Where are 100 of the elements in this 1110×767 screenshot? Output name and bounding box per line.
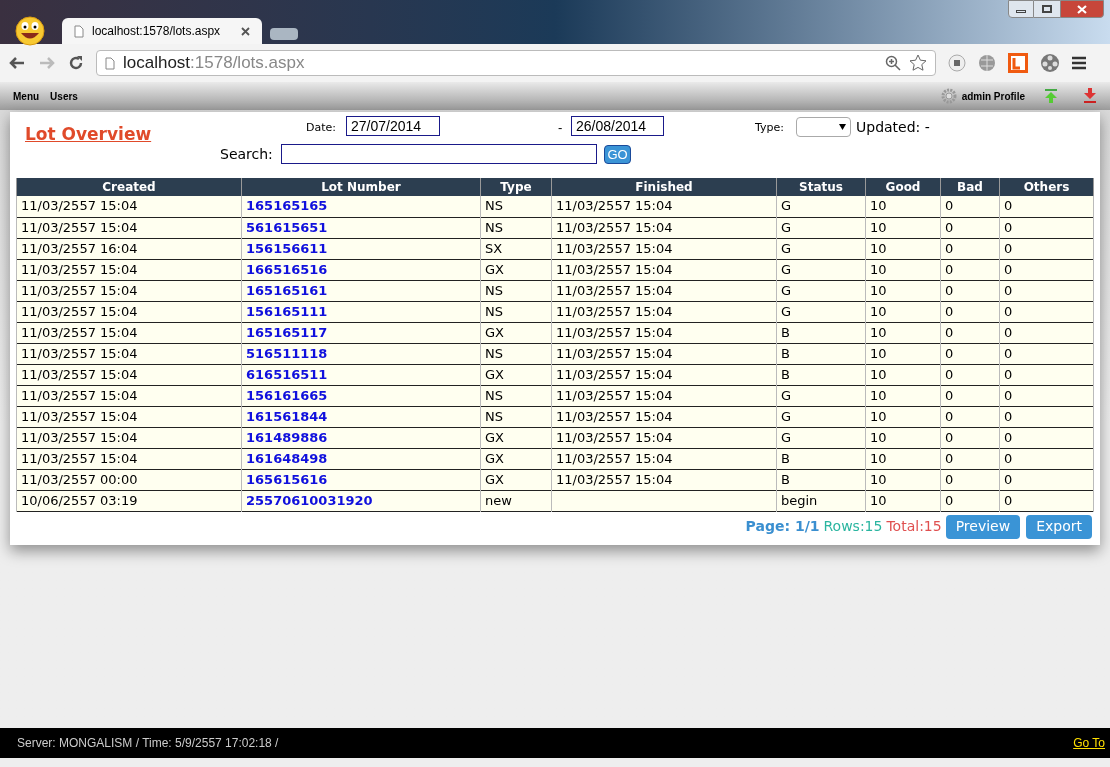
- close-icon[interactable]: [241, 26, 250, 36]
- table-cell: 0: [1004, 387, 1013, 403]
- table-cell: 0: [945, 387, 954, 403]
- table-cell: 0: [1004, 219, 1013, 235]
- table-cell: 10: [870, 240, 887, 256]
- table-cell: 10: [870, 492, 887, 508]
- menu-link[interactable]: Users: [50, 88, 78, 104]
- table-cell: 0: [945, 324, 954, 340]
- maximize-button[interactable]: [1034, 0, 1060, 18]
- table-cell: 0: [945, 261, 954, 277]
- table-cell: 0: [945, 492, 954, 508]
- caret-icon: [839, 124, 846, 130]
- table-cell: 0: [1004, 429, 1013, 445]
- table-cell: 0: [1004, 450, 1013, 466]
- lot-number-link[interactable]: 165615616: [246, 471, 328, 487]
- table-cell: 10: [870, 303, 887, 319]
- lot-number-link[interactable]: 161489886: [246, 429, 328, 445]
- table-cell: begin: [781, 492, 818, 508]
- table-cell: 0: [945, 450, 954, 466]
- table-cell: 11/03/2557 15:04: [21, 219, 138, 235]
- lot-number-link[interactable]: 165165161: [246, 282, 328, 298]
- table-cell: NS: [485, 282, 503, 298]
- table-cell: 11/03/2557 15:04: [556, 303, 673, 319]
- footer-status-text: Server: MONGALISM / Time: 5/9/2557 17:02:18 /: [17, 735, 280, 752]
- stop-icon[interactable]: [948, 54, 966, 72]
- page-title[interactable]: Lot Overview: [25, 122, 152, 148]
- table-cell: NS: [485, 198, 503, 214]
- table-cell: 10: [870, 282, 887, 298]
- table-cell: GX: [485, 366, 504, 382]
- table-cell: 11/03/2557 15:04: [556, 345, 673, 361]
- table-cell: 10: [870, 261, 887, 277]
- new-tab-button[interactable]: [270, 28, 298, 40]
- table-cell: 0: [945, 429, 954, 445]
- table-cell: new: [485, 492, 512, 508]
- table-cell: 10: [870, 471, 887, 487]
- go-to-link[interactable]: Go To: [1073, 734, 1105, 752]
- date-from-field[interactable]: 27/07/2014: [346, 116, 440, 136]
- table-cell: GX: [485, 429, 504, 445]
- table-cell: NS: [485, 408, 503, 424]
- table-cell: 0: [1004, 261, 1013, 277]
- type-dropdown[interactable]: [796, 117, 851, 137]
- table-cell: 10: [870, 198, 887, 214]
- globe-icon[interactable]: [978, 54, 996, 72]
- date-to-field[interactable]: 26/08/2014: [571, 116, 664, 136]
- minimize-button[interactable]: [1008, 0, 1034, 18]
- zoom-icon[interactable]: [885, 55, 901, 71]
- lot-number-link[interactable]: 516511118: [246, 345, 328, 361]
- table-cell: 10/06/2557 03:19: [21, 492, 138, 508]
- total-count: Total:15: [886, 517, 942, 536]
- table-cell: 11/03/2557 15:04: [556, 429, 673, 445]
- download-arrow-icon[interactable]: [1083, 88, 1097, 104]
- profile-link[interactable]: admin Profile: [961, 88, 1025, 104]
- table-cell: B: [781, 471, 790, 487]
- table-cell: 0: [945, 408, 954, 424]
- lot-number-link[interactable]: 156161665: [246, 387, 328, 403]
- browser-tab[interactable]: localhost:1578/lots.aspx: [62, 18, 262, 44]
- table-cell: 10: [870, 366, 887, 382]
- table-cell: G: [781, 219, 792, 235]
- back-icon[interactable]: [8, 55, 26, 71]
- address-bar[interactable]: localhost:1578/lots.aspx: [96, 50, 936, 76]
- lot-number-link[interactable]: 156165111: [246, 303, 328, 319]
- table-cell: 0: [945, 219, 954, 235]
- table-cell: 11/03/2557 15:04: [21, 366, 138, 382]
- lot-number-link[interactable]: 156156611: [246, 240, 328, 256]
- letter-logo-icon[interactable]: [1008, 53, 1028, 73]
- table-cell: 0: [1004, 345, 1013, 361]
- lot-number-link[interactable]: 161561844: [246, 408, 328, 424]
- lot-number-link[interactable]: 561615651: [246, 219, 328, 235]
- table-cell: 11/03/2557 15:04: [21, 303, 138, 319]
- search-label: Search:: [220, 145, 273, 164]
- table-cell: 10: [870, 450, 887, 466]
- lot-number-link[interactable]: 25570610031920: [246, 492, 373, 508]
- type-label: Type:: [755, 120, 784, 136]
- close-window-button[interactable]: [1060, 0, 1104, 18]
- table-cell: GX: [485, 324, 504, 340]
- table-cell: 0: [945, 345, 954, 361]
- table-cell: 11/03/2557 15:04: [556, 219, 673, 235]
- table-cell: 0: [1004, 408, 1013, 424]
- film-reel-icon[interactable]: [1040, 53, 1060, 73]
- star-icon[interactable]: [909, 54, 927, 72]
- table-cell: 10: [870, 408, 887, 424]
- lot-number-link[interactable]: 166516516: [246, 261, 328, 277]
- url-text: localhost:1578/lots.aspx: [123, 52, 306, 75]
- search-field[interactable]: [281, 144, 597, 164]
- table-cell: 10: [870, 345, 887, 361]
- lot-number-link[interactable]: 165165117: [246, 324, 328, 340]
- table-cell: 0: [945, 282, 954, 298]
- table-cell: 0: [1004, 303, 1013, 319]
- lot-number-link[interactable]: 161648498: [246, 450, 328, 466]
- lot-number-link[interactable]: 616516511: [246, 366, 328, 382]
- updated-text: Updated: -: [856, 118, 930, 137]
- lot-number-link[interactable]: 165165165: [246, 198, 328, 214]
- reload-icon[interactable]: [68, 55, 84, 71]
- table-cell: G: [781, 303, 792, 319]
- table-cell: 11/03/2557 15:04: [21, 387, 138, 403]
- menu-link[interactable]: Menu: [13, 88, 40, 104]
- table-cell: G: [781, 408, 792, 424]
- table-cell: 11/03/2557 15:04: [21, 198, 138, 214]
- table-cell: 11/03/2557 15:04: [556, 324, 673, 340]
- menu-icon[interactable]: [1072, 56, 1086, 70]
